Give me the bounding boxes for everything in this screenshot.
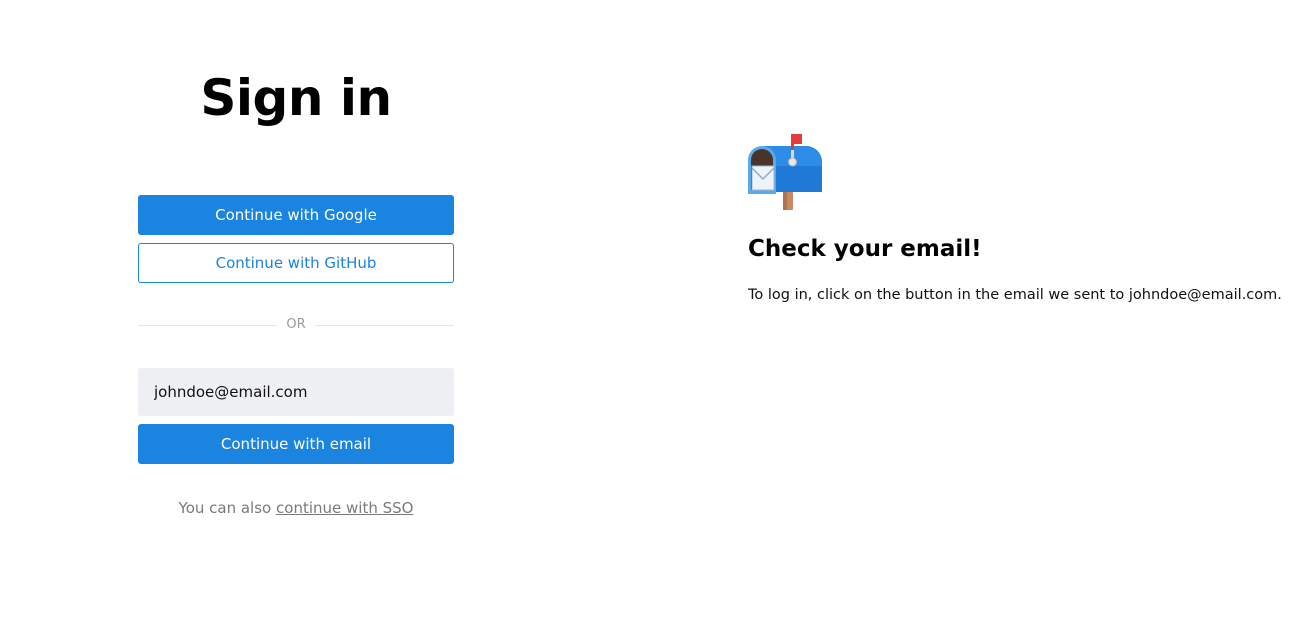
page-title: Sign in [200, 69, 392, 127]
email-field[interactable] [138, 368, 454, 416]
continue-with-email-button[interactable]: Continue with email [138, 424, 454, 464]
sso-prefix: You can also [178, 499, 272, 517]
sso-hint: You can also continue with SSO [138, 498, 454, 518]
divider-line-right [315, 325, 454, 326]
check-email-message: To log in, click on the button in the em… [748, 287, 1282, 303]
mailbox-with-raised-flag-icon [748, 134, 822, 210]
continue-with-google-button[interactable]: Continue with Google [138, 195, 454, 235]
page: Sign in Continue with Google Continue wi… [0, 0, 1291, 618]
continue-with-sso-link[interactable]: continue with SSO [276, 499, 413, 517]
or-divider: OR [138, 316, 454, 334]
continue-with-github-button[interactable]: Continue with GitHub [138, 243, 454, 283]
check-email-title: Check your email! [748, 236, 982, 262]
